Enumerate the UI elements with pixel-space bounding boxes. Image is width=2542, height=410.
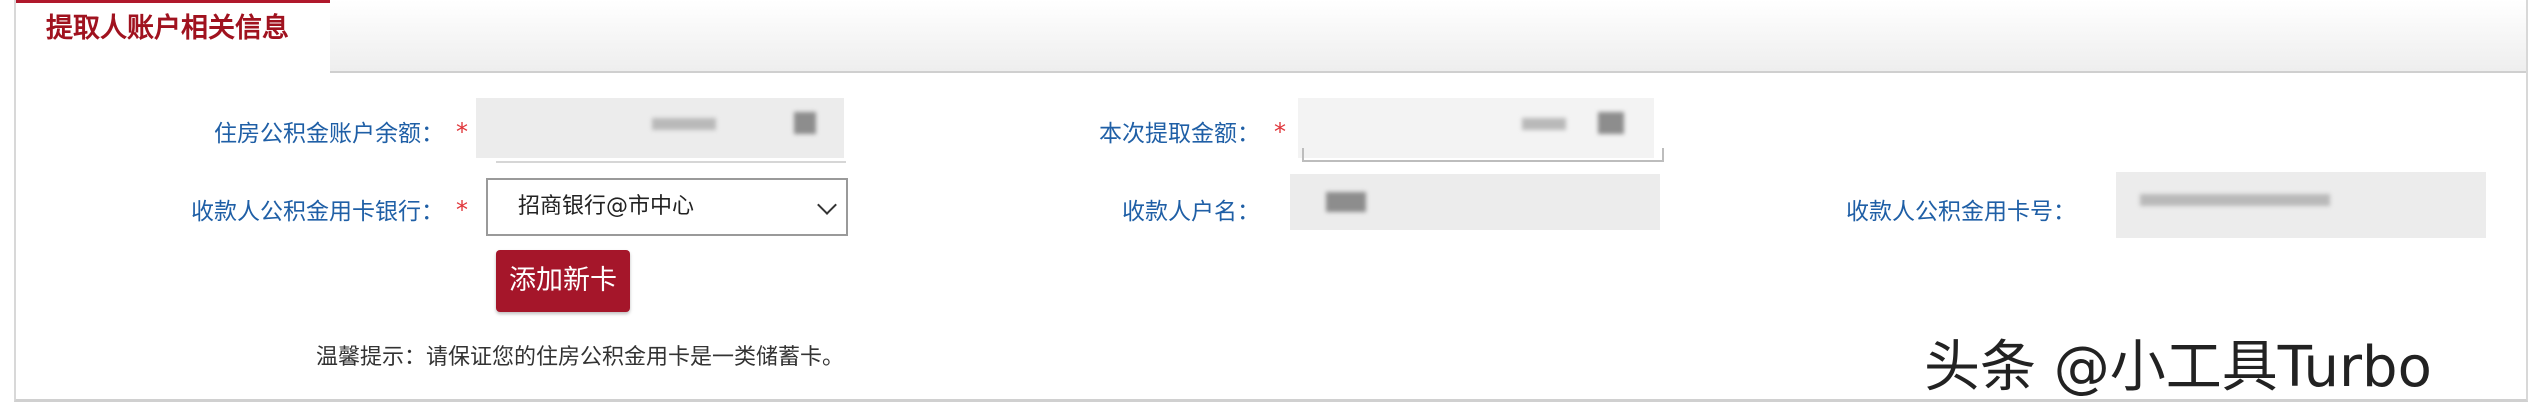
add-new-card-button[interactable]: 添加新卡: [496, 250, 630, 312]
amount-required-mark: *: [1274, 118, 1286, 146]
card-number-label: 收款人公积金用卡号：: [1846, 199, 2076, 225]
amount-field-border: [1302, 148, 1664, 162]
warm-tip: 温馨提示：请保证您的住房公积金用卡是一类储蓄卡。: [316, 345, 845, 370]
balance-field: [476, 98, 844, 158]
balance-field-underline: [496, 161, 846, 163]
watermark: 头条 @小工具Turbo: [1924, 335, 2432, 400]
account-name-field: [1290, 174, 1660, 230]
balance-label: 住房公积金账户余额：: [214, 121, 444, 147]
section-header: [16, 0, 2526, 73]
chevron-down-icon: [817, 195, 837, 215]
card-number-field: [2116, 172, 2486, 238]
amount-label: 本次提取金额：: [1099, 121, 1260, 147]
bank-select-value: 招商银行@市中心: [518, 194, 695, 219]
bank-required-mark: *: [456, 196, 468, 224]
tab-account-info[interactable]: 提取人账户相关信息: [16, 0, 330, 75]
account-name-label: 收款人户名：: [1122, 199, 1260, 225]
balance-required-mark: *: [456, 118, 468, 146]
bank-label: 收款人公积金用卡银行：: [191, 199, 444, 225]
bank-select[interactable]: 招商银行@市中心: [486, 178, 848, 236]
